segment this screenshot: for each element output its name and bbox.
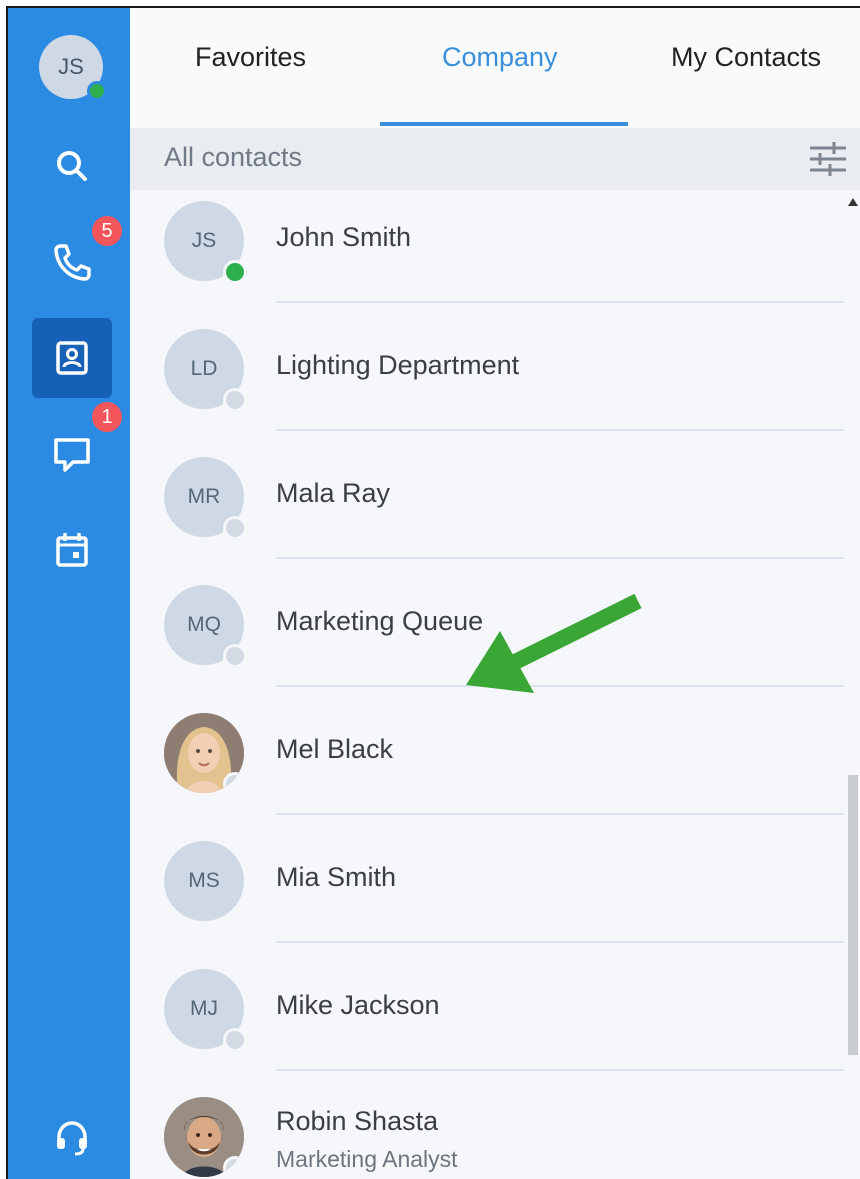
contact-row[interactable]: LD Lighting Department [130,318,860,446]
contact-row[interactable]: MJ Mike Jackson [130,958,860,1086]
contact-row[interactable]: Robin Shasta Marketing Analyst [130,1086,860,1179]
contact-initials: JS [191,229,217,252]
presence-offline-dot [223,388,247,412]
headset-icon [57,1121,87,1156]
contact-initials: MJ [190,997,218,1020]
contact-row[interactable]: Mel Black [130,702,860,830]
navigation-rail: JS 5 1 [8,8,130,1179]
calendar-button[interactable] [32,510,112,590]
contacts-button[interactable] [32,318,112,398]
contact-name: Mia Smith [276,862,397,892]
row-divider [276,813,844,815]
row-divider [276,429,844,431]
contact-photo-avatar [164,1097,244,1177]
presence-offline-dot [223,1028,247,1052]
contact-avatar: MS [164,841,244,921]
contact-avatar: JS [164,201,247,284]
row-divider [276,557,844,559]
contact-row[interactable]: JS John Smith [130,190,860,318]
scroll-up-arrow-icon[interactable] [848,198,858,206]
search-icon [57,151,87,181]
contacts-icon [56,341,88,375]
filter-settings-icon[interactable] [808,140,848,178]
search-button[interactable] [32,126,112,206]
tab-favorites[interactable]: Favorites [195,42,306,73]
contact-initials: MR [187,485,221,508]
active-tab-indicator [380,122,628,126]
contact-avatar: MJ [164,969,247,1052]
presence-offline-dot [223,1156,244,1177]
contact-name: Marketing Queue [276,606,484,636]
presence-offline-dot [223,644,247,668]
calls-button[interactable]: 5 [32,214,124,302]
contacts-panel: Favorites Company My Contacts All contac… [130,8,860,1179]
user-avatar[interactable]: JS [39,35,107,101]
contact-avatar: MR [164,457,247,540]
contact-photo-avatar [164,713,244,793]
tab-company[interactable]: Company [442,42,558,73]
contact-row[interactable]: MR Mala Ray [130,446,860,574]
contact-title: Marketing Analyst [276,1146,458,1172]
contact-name: Mel Black [276,734,394,764]
messages-badge: 1 [90,400,124,434]
contact-name: Robin Shasta [276,1106,439,1136]
filter-bar: All contacts [130,128,860,190]
app-window: JS 5 1 Favorites Company My Contacts All… [6,6,860,1179]
presence-offline-dot [223,516,247,540]
contact-name: Mala Ray [276,478,391,508]
contact-avatar: MQ [164,585,247,668]
phone-icon [54,244,91,281]
scrollbar-thumb[interactable] [848,775,858,1055]
row-divider [276,941,844,943]
messages-button[interactable]: 1 [32,400,124,494]
support-button[interactable] [32,1098,112,1178]
row-divider [276,301,844,303]
annotation-arrow-icon [466,593,642,693]
calls-badge: 5 [90,214,124,248]
filter-label[interactable]: All contacts [164,142,302,173]
tab-bar: Favorites Company My Contacts [130,8,860,130]
user-initials: JS [58,54,84,79]
contact-initials: MQ [187,613,221,636]
row-divider [276,1069,844,1071]
contact-avatar: LD [164,329,247,412]
presence-online-dot [223,260,247,284]
contact-initials: LD [190,357,218,380]
chat-icon [54,438,90,472]
presence-offline-dot [223,772,244,793]
contact-initials: MS [188,869,220,892]
user-presence-dot [87,81,107,101]
contact-name: Mike Jackson [276,990,440,1020]
calendar-icon [56,533,88,567]
scrollbar[interactable] [846,190,860,1179]
contact-row[interactable]: MS Mia Smith [130,830,860,958]
contact-name: Lighting Department [276,350,520,380]
contact-name: John Smith [276,222,412,252]
tab-my-contacts[interactable]: My Contacts [671,42,821,73]
